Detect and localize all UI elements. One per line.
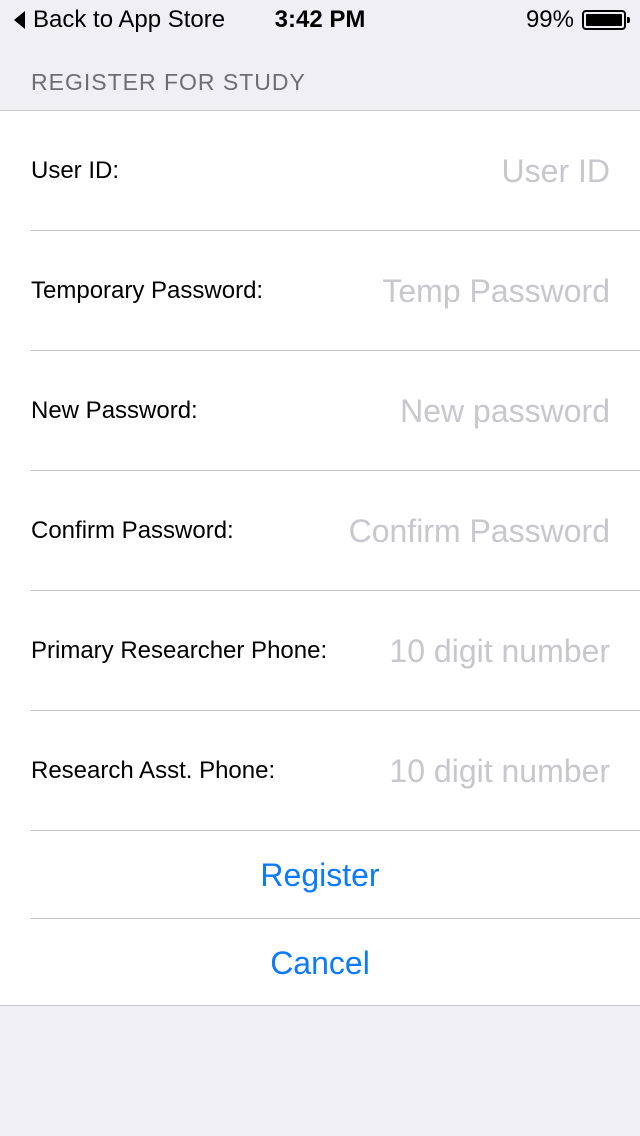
form-row-research-asst-phone: Research Asst. Phone: xyxy=(0,711,640,831)
battery-status: 99% xyxy=(525,5,630,35)
form-row-user-id: User ID: xyxy=(0,111,640,231)
confirm-password-input[interactable] xyxy=(310,501,610,561)
status-bar: Back to App Store 3:42 PM 99% xyxy=(0,0,640,40)
battery-fill xyxy=(586,14,622,26)
user-id-label: User ID: xyxy=(31,157,120,184)
form-row-temporary-password: Temporary Password: xyxy=(0,231,640,351)
research-asst-phone-input[interactable] xyxy=(340,741,610,801)
section-header: REGISTER FOR STUDY xyxy=(31,69,306,95)
new-password-label: New Password: xyxy=(31,397,198,424)
confirm-password-label: Confirm Password: xyxy=(31,517,234,544)
battery-tip xyxy=(627,17,630,23)
battery-percentage: 99% xyxy=(525,6,574,33)
register-button[interactable]: Register xyxy=(0,831,640,919)
primary-researcher-phone-label: Primary Researcher Phone: xyxy=(31,637,328,664)
research-asst-phone-label: Research Asst. Phone: xyxy=(31,757,276,784)
form-row-confirm-password: Confirm Password: xyxy=(0,471,640,591)
new-password-input[interactable] xyxy=(280,381,610,441)
temporary-password-label: Temporary Password: xyxy=(31,277,264,304)
form-row-primary-researcher-phone: Primary Researcher Phone: xyxy=(0,591,640,711)
primary-researcher-phone-input[interactable] xyxy=(378,621,610,681)
user-id-input[interactable] xyxy=(310,141,610,201)
form-row-new-password: New Password: xyxy=(0,351,640,471)
battery-icon xyxy=(582,10,630,30)
temporary-password-input[interactable] xyxy=(360,261,610,321)
cancel-button[interactable]: Cancel xyxy=(0,919,640,1007)
registration-form: User ID: Temporary Password: New Passwor… xyxy=(0,110,640,1006)
